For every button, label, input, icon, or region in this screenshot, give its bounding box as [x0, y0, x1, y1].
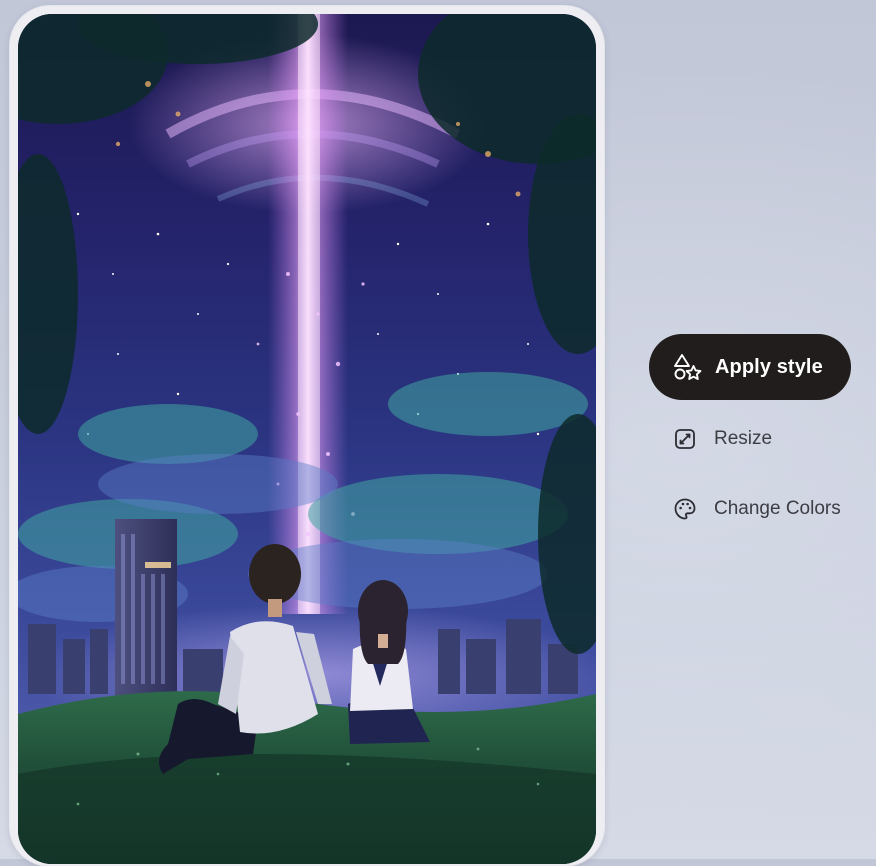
resize-label: Resize	[714, 428, 773, 449]
apply-style-label: Apply style	[715, 355, 823, 378]
resize-icon	[673, 427, 697, 451]
resize-button[interactable]: Resize	[649, 419, 869, 459]
artwork-image[interactable]	[18, 14, 596, 864]
apply-style-button[interactable]: Apply style	[649, 334, 851, 400]
change-colors-button[interactable]: Change Colors	[649, 489, 869, 529]
change-colors-label: Change Colors	[714, 498, 841, 519]
palette-icon	[673, 497, 697, 521]
image-actions-panel: Apply style Resize Change Colors	[649, 334, 869, 529]
shapes-icon	[671, 352, 705, 382]
